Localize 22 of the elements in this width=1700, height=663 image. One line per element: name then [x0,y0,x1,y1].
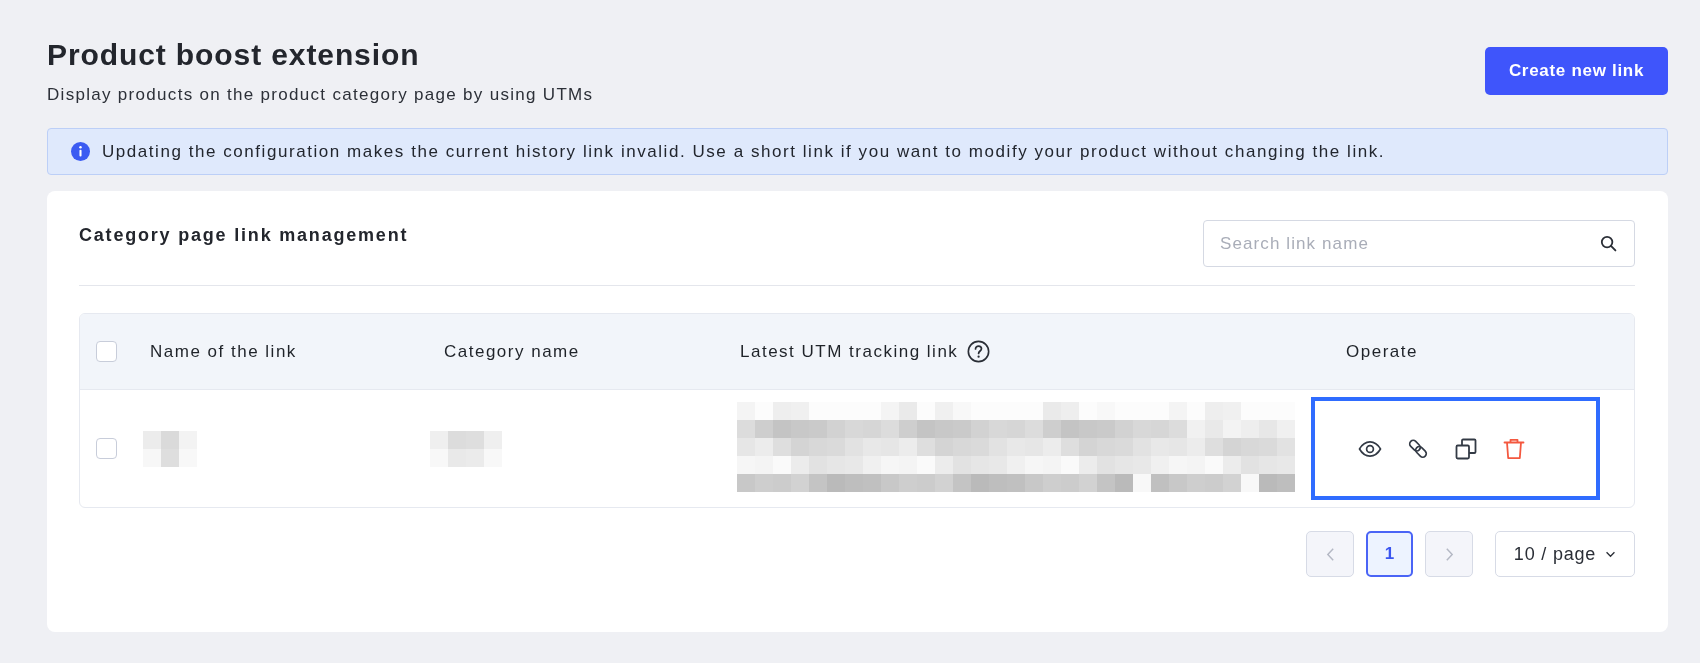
select-all-checkbox[interactable] [96,341,117,362]
card-title: Category page link management [79,224,409,247]
chevron-left-icon [1325,546,1335,562]
page-title: Product boost extension [47,37,420,73]
chevron-right-icon [1444,546,1454,562]
caret-down-icon [1605,550,1617,558]
copy-icon[interactable] [1454,436,1478,461]
page-subtitle: Display products on the product category page by using UTMs [47,84,594,106]
row-checkbox[interactable] [96,438,117,459]
search-icon [1600,235,1617,252]
create-link-button[interactable]: Create new link [1485,47,1668,95]
column-header: Category name [444,341,580,362]
search-field[interactable]: Search link name [1203,220,1635,267]
column-header: Name of the link [150,341,297,362]
page-button[interactable]: 1 [1366,531,1413,577]
info-icon [71,142,90,161]
column-header: Latest UTM tracking link [740,341,959,362]
page-size-select[interactable]: 10 / page [1495,531,1635,577]
column-header: Operate [1346,341,1418,362]
banner-text: Updating the configuration makes the current history link invalid. Use a short link if you want to modify your product without changing the link. [102,141,1386,162]
trash-icon[interactable] [1502,436,1526,461]
help-icon[interactable] [967,340,991,363]
